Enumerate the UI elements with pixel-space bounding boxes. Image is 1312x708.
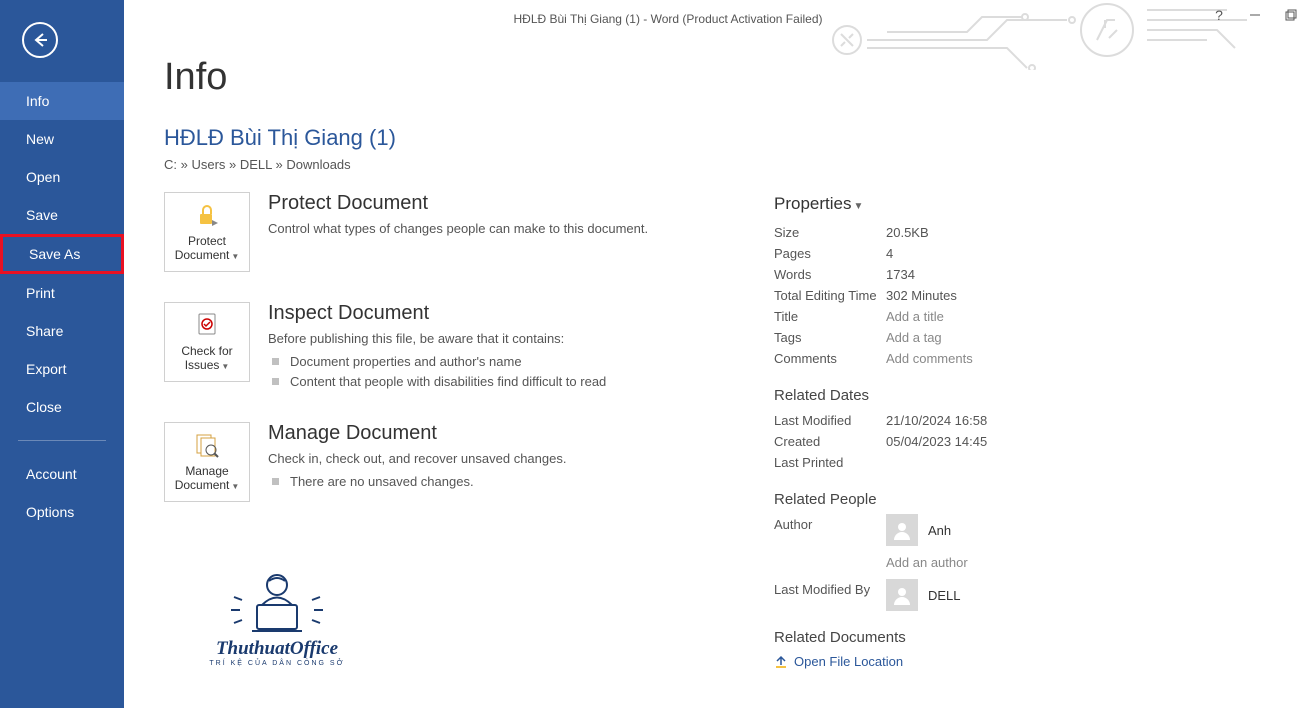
- nav-account[interactable]: Account: [0, 455, 124, 493]
- lock-icon: [194, 200, 220, 230]
- manage-document-button[interactable]: Manage Document▼: [164, 422, 250, 502]
- back-arrow-icon: [31, 31, 49, 49]
- prop-label: Size: [774, 222, 886, 243]
- prop-label: Tags: [774, 327, 886, 348]
- protect-document-desc: Control what types of changes people can…: [268, 221, 648, 236]
- nav-print[interactable]: Print: [0, 274, 124, 312]
- watermark-logo: ThuthuatOffice TRÍ KỆ CỦA DÂN CÔNG SỞ: [182, 565, 372, 667]
- open-file-location-link[interactable]: Open File Location: [774, 654, 1114, 669]
- prop-label: Words: [774, 264, 886, 285]
- prop-label: Total Editing Time: [774, 285, 886, 306]
- related-people-header: Related People: [774, 491, 1114, 508]
- nav-share[interactable]: Share: [0, 312, 124, 350]
- add-author-link[interactable]: Add an author: [886, 552, 968, 573]
- prop-value: 20.5KB: [886, 222, 929, 243]
- modified-by-label: Last Modified By: [774, 579, 886, 611]
- date-label: Last Modified: [774, 410, 886, 431]
- nav-save-as[interactable]: Save As: [0, 234, 124, 274]
- minimize-button[interactable]: [1248, 8, 1262, 22]
- inspect-bullet: Document properties and author's name: [268, 352, 606, 372]
- open-location-icon: [774, 655, 788, 669]
- nav-open[interactable]: Open: [0, 158, 124, 196]
- backstage-sidebar: InfoNewOpenSaveSave AsPrintShareExportCl…: [0, 0, 124, 708]
- protect-document-button[interactable]: Protect Document▼: [164, 192, 250, 272]
- prop-value[interactable]: Add comments: [886, 348, 973, 369]
- date-value: 05/04/2023 14:45: [886, 431, 987, 452]
- manage-note: There are no unsaved changes.: [268, 472, 566, 492]
- date-value: 21/10/2024 16:58: [886, 410, 987, 431]
- author-label: Author: [774, 514, 886, 573]
- prop-value[interactable]: Add a title: [886, 306, 944, 327]
- manage-document-desc: Check in, check out, and recover unsaved…: [268, 451, 566, 466]
- manage-icon: [194, 430, 220, 460]
- manage-document-title: Manage Document: [268, 422, 566, 445]
- nav-export[interactable]: Export: [0, 350, 124, 388]
- author-name: Anh: [928, 520, 951, 541]
- related-documents-header: Related Documents: [774, 629, 1114, 646]
- help-button[interactable]: ?: [1212, 8, 1226, 22]
- avatar: [886, 514, 918, 546]
- inspect-icon: [194, 310, 220, 340]
- prop-label: Comments: [774, 348, 886, 369]
- nav-options[interactable]: Options: [0, 493, 124, 531]
- prop-label: Title: [774, 306, 886, 327]
- nav-close[interactable]: Close: [0, 388, 124, 426]
- prop-value: 4: [886, 243, 893, 264]
- date-label: Created: [774, 431, 886, 452]
- check-for-issues-button[interactable]: Check for Issues▼: [164, 302, 250, 382]
- inspect-document-desc: Before publishing this file, be aware th…: [268, 331, 606, 346]
- prop-value: 1734: [886, 264, 915, 285]
- nav-new[interactable]: New: [0, 120, 124, 158]
- page-title: Info: [164, 56, 1272, 99]
- back-button[interactable]: [22, 22, 58, 58]
- protect-document-title: Protect Document: [268, 192, 648, 215]
- document-path: C: » Users » DELL » Downloads: [164, 157, 1272, 172]
- modified-by-name: DELL: [928, 585, 961, 606]
- related-dates-header: Related Dates: [774, 387, 1114, 404]
- inspect-bullet: Content that people with disabilities fi…: [268, 372, 606, 392]
- prop-value: 302 Minutes: [886, 285, 957, 306]
- restore-button[interactable]: [1284, 8, 1298, 22]
- inspect-document-title: Inspect Document: [268, 302, 606, 325]
- nav-save[interactable]: Save: [0, 196, 124, 234]
- prop-value[interactable]: Add a tag: [886, 327, 942, 348]
- prop-label: Pages: [774, 243, 886, 264]
- date-label: Last Printed: [774, 452, 886, 473]
- nav-info[interactable]: Info: [0, 82, 124, 120]
- window-title: HĐLĐ Bùi Thị Giang (1) - Word (Product A…: [124, 4, 1212, 26]
- properties-dropdown[interactable]: Properties▼: [774, 194, 1114, 214]
- document-title: HĐLĐ Bùi Thị Giang (1): [164, 125, 1272, 151]
- avatar: [886, 579, 918, 611]
